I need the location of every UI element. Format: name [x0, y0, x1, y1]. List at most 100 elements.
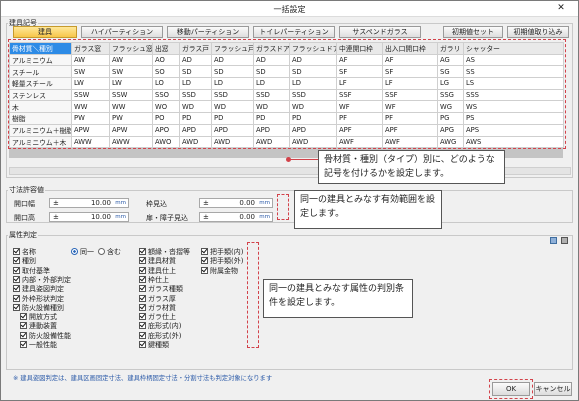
checkbox-item[interactable]: 枠仕上: [139, 275, 169, 284]
checkbox-icon: [139, 322, 146, 330]
callout-attribute: 同一の建具とみなす属性の判別条件を設定します。: [263, 279, 413, 318]
radio-same[interactable]: 同一: [71, 248, 94, 256]
tolerance-group-label: 寸法許容値: [8, 185, 45, 195]
unit-label: mm: [115, 200, 126, 206]
opening-height-label: 開口高: [14, 214, 35, 222]
window-title: 一括設定: [273, 5, 306, 14]
checkbox-label: 把手類(内): [210, 248, 244, 256]
checkbox-label: 防火設備種別: [22, 303, 64, 312]
plus-minus: ±: [53, 213, 59, 221]
door-depth-field[interactable]: ±0.00 mm: [199, 212, 273, 222]
tab-suspend-glass[interactable]: サスペンドガラス: [339, 26, 421, 38]
opening-width-field[interactable]: ±10.00 mm: [49, 198, 129, 208]
checkbox-item[interactable]: 建具姿図判定: [13, 285, 64, 293]
tab-high-partition[interactable]: ハイパーティション: [81, 26, 163, 38]
checkbox-icon: [13, 275, 20, 283]
checkbox-item[interactable]: 名称: [13, 248, 36, 256]
checkbox-icon: [20, 313, 27, 321]
layout-icon[interactable]: [550, 237, 557, 244]
list-icon[interactable]: [561, 237, 568, 244]
checkbox-item[interactable]: 防火設備種別: [13, 303, 64, 312]
checkbox-label: ガラス厚: [148, 294, 176, 303]
tab-fittings[interactable]: 建具: [13, 26, 77, 38]
checkbox-icon: [201, 248, 208, 255]
title-bar: 一括設定 ✕: [1, 1, 578, 17]
opening-width-label: 開口幅: [14, 200, 35, 208]
checkbox-item[interactable]: ガラス種類: [139, 285, 183, 293]
checkbox-icon: [139, 285, 146, 293]
radio-include[interactable]: 含む: [98, 248, 121, 256]
frame-depth-label: 枠見込: [146, 200, 167, 208]
checkbox-label: 内部・外部判定: [22, 275, 71, 284]
checkbox-label: 一般性能: [29, 341, 57, 349]
checkbox-icon: [139, 294, 146, 302]
radio-icon: [98, 248, 105, 255]
checkbox-icon: [20, 322, 27, 330]
checkbox-item[interactable]: 外枠形状判定: [13, 294, 64, 303]
checkbox-label: 庇形式(外): [148, 331, 182, 340]
cancel-button[interactable]: キャンセル: [534, 382, 572, 396]
frame-depth-field[interactable]: ±0.00 mm: [199, 198, 273, 208]
field-value: 0.00: [239, 199, 255, 207]
callout-code-setting: 骨材質・種別（タイプ）別に、どのような記号を付けるかを設定します。: [318, 150, 505, 184]
checkbox-icon: [139, 341, 146, 348]
checkbox-icon: [20, 331, 27, 339]
checkbox-label: 鍵種類: [148, 341, 169, 349]
checkbox-item[interactable]: 把手類(内): [201, 248, 243, 256]
checkbox-item[interactable]: 建具仕上: [139, 266, 176, 275]
checkbox-item[interactable]: ガラ仕上: [139, 313, 176, 321]
checkbox-label: ガラ材質: [148, 303, 176, 312]
checkbox-item[interactable]: 把手類(外): [201, 257, 243, 265]
plus-minus: ±: [203, 213, 209, 221]
checkbox-label: ガラス種類: [148, 285, 183, 294]
footnote: ※ 建具姿図判定は、建具区画固定寸法、建具枠柄固定寸法・分割寸法も判定対象になり…: [13, 375, 273, 382]
checkbox-item[interactable]: 連動装置: [20, 322, 57, 330]
checkbox-icon: [13, 266, 20, 274]
checkbox-label: ガラ仕上: [148, 313, 176, 322]
radio-include-label: 含む: [107, 248, 121, 256]
opening-height-field[interactable]: ±10.00 mm: [49, 212, 129, 222]
checkbox-item[interactable]: 一般性能: [20, 341, 57, 349]
checkbox-label: 建具姿図判定: [22, 285, 64, 294]
checkbox-icon: [13, 285, 20, 293]
tab-movable-partition[interactable]: 移動パーティション: [167, 26, 249, 38]
tab-toilet-partition[interactable]: トイレパーティション: [253, 26, 335, 38]
checkbox-item[interactable]: 種別: [13, 257, 36, 265]
close-icon[interactable]: ✕: [544, 1, 578, 15]
checkbox-icon: [20, 341, 27, 348]
checkbox-icon: [139, 248, 146, 255]
checkbox-item[interactable]: 庇形式(外): [139, 331, 182, 340]
checkbox-item[interactable]: 開放方式: [20, 313, 57, 321]
checkbox-label: 種別: [22, 257, 36, 266]
checkbox-icon: [139, 303, 146, 311]
checkbox-item[interactable]: 額縁・沓摺等: [139, 248, 190, 256]
checkbox-item[interactable]: 取付基準: [13, 266, 50, 275]
checkbox-label: 附属金物: [210, 266, 238, 275]
checkbox-item[interactable]: 鍵種類: [139, 341, 169, 349]
checkbox-item[interactable]: ガラ材質: [139, 303, 176, 312]
radio-same-label: 同一: [80, 248, 94, 256]
checkbox-item[interactable]: 附属金物: [201, 266, 238, 275]
door-depth-label: 扉・障子見込: [146, 214, 188, 222]
checkbox-icon: [201, 266, 208, 274]
checkbox-icon: [13, 303, 20, 311]
checkbox-item[interactable]: ガラス厚: [139, 294, 176, 303]
checkbox-item[interactable]: 内部・外部判定: [13, 275, 71, 284]
checkbox-label: 額縁・沓摺等: [148, 248, 190, 256]
checkbox-item[interactable]: 庇形式(内): [139, 322, 181, 330]
annotation-attribute-outline: [247, 242, 259, 348]
checkbox-label: 防火設備性能: [29, 331, 71, 340]
checkbox-label: 建具材質: [148, 257, 176, 266]
checkbox-icon: [13, 248, 20, 255]
field-value: 0.00: [239, 213, 255, 221]
checkbox-label: 開放方式: [29, 313, 57, 322]
initial-load-button[interactable]: 初期値取り込み: [507, 26, 569, 38]
checkbox-icon: [139, 331, 146, 339]
initial-set-button[interactable]: 初期値セット: [443, 26, 503, 38]
checkbox-item[interactable]: 建具材質: [139, 257, 176, 265]
callout-tolerance: 同一の建具とみなす有効範囲を設定します。: [294, 190, 442, 229]
annotation-pointer-line: [290, 159, 318, 160]
checkbox-item[interactable]: 防火設備性能: [20, 331, 71, 340]
radio-icon: [71, 248, 78, 255]
checkbox-icon: [201, 257, 208, 265]
